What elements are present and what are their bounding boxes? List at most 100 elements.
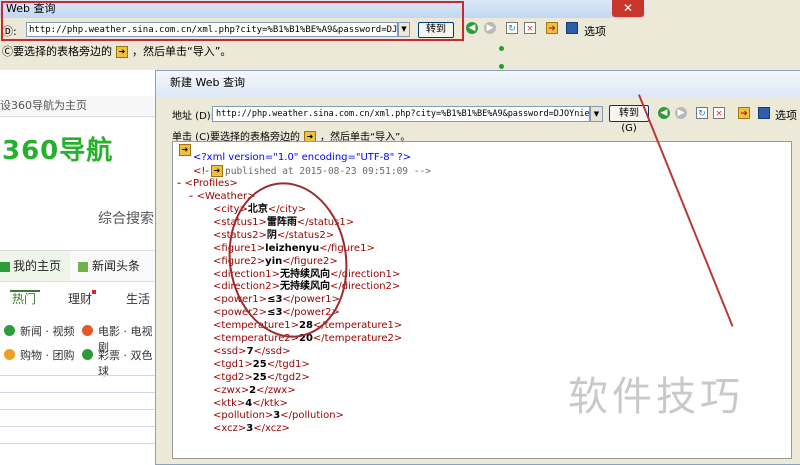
collapse-toggle[interactable]: - (189, 191, 197, 202)
xml-field-row: <tgd1>25</tgd1> (213, 359, 310, 372)
collapse-toggle[interactable]: - (177, 178, 185, 189)
xml-weather-tag: Weather (205, 191, 248, 202)
back-instruction-suffix: ，然后单击“导入”。 (132, 45, 232, 58)
xml-gt: > (279, 397, 288, 409)
xml-close-tag: direction1 (341, 268, 392, 280)
combo-search-label[interactable]: 综合搜索 (98, 208, 154, 228)
xml-gt: > (244, 371, 253, 383)
save-query-icon[interactable] (758, 107, 770, 119)
xml-close-tag: ktk (264, 397, 280, 409)
back-arrow-icon[interactable]: ◀ (658, 107, 670, 119)
select-table-icon[interactable]: ➜ (179, 144, 191, 156)
lottery-icon (82, 349, 93, 360)
xml-lt: < (184, 178, 194, 189)
xml-lt-slash: </ (280, 410, 293, 422)
xml-comment: published at 2015-08-23 09:51:09 (225, 166, 409, 177)
save-query-icon[interactable] (566, 22, 578, 34)
spreadsheet-grid (0, 375, 160, 458)
xml-open-tag: zwx (221, 384, 241, 396)
xml-comment-line: <!- ➜ published at 2015-08-23 09:51:09 --> (193, 165, 431, 179)
xml-field-row: <ssd>7</ssd> (213, 346, 290, 359)
xml-close-tag: tgd2 (278, 371, 302, 383)
xml-close-tag: zwx (267, 384, 288, 396)
nav-my-home[interactable]: 我的主页 (0, 251, 70, 281)
back-options-button[interactable]: 选项 (584, 23, 606, 39)
xml-close-tag: temperature2 (324, 333, 394, 344)
comment-close: --> (408, 166, 431, 177)
xml-close-tag: pollution (292, 410, 336, 422)
xml-gt: > (301, 358, 310, 370)
chevron-down-icon[interactable]: ▼ (590, 106, 603, 122)
back-instruction: Ⓒ要选择的表格旁边的 ➜ ，然后单击“导入”。 (2, 43, 231, 59)
xml-root-tag: Profiles (193, 178, 230, 189)
arrow-marker-icon: ➜ (116, 46, 128, 58)
xml-gt: > (301, 371, 310, 383)
xml-lt: < (196, 191, 206, 202)
xml-field-row: <tgd2>25</tgd2> (213, 372, 310, 385)
xml-gt: > (393, 333, 403, 344)
address-row: 地址 (D): http://php.weather.sina.com.cn/x… (156, 101, 800, 134)
news-video-icon (4, 325, 15, 336)
back-arrow-icon[interactable]: ◀ (466, 22, 478, 34)
xml-lt-slash: </ (256, 384, 268, 396)
xml-value: 7 (246, 345, 254, 357)
grid-line (0, 443, 160, 444)
xml-gt: > (335, 410, 344, 422)
xml-lt-slash: </ (266, 371, 279, 383)
select-table-icon[interactable]: ➜ (738, 107, 750, 119)
xml-close-tag: ssd (265, 345, 283, 357)
grid-line (0, 375, 160, 376)
tab-hot[interactable]: 热门 (12, 290, 36, 307)
xml-field-row: <xcz>3</xcz> (213, 423, 290, 436)
xml-gt: > (240, 384, 250, 396)
tab-finance[interactable]: 理财 (68, 290, 92, 307)
xml-gt: > (345, 216, 355, 228)
nav-headline-label: 新闻头条 (92, 259, 141, 273)
stop-icon[interactable]: × (713, 107, 725, 119)
xml-close-tag: xcz (265, 423, 282, 435)
dialog-title: 新建 Web 查询 (156, 71, 800, 97)
xml-lt-slash: </ (312, 333, 325, 344)
news-icon (78, 261, 88, 272)
xml-gt: > (391, 281, 401, 293)
xml-gt: > (244, 358, 253, 370)
xml-field-row: <ktk>4</ktk> (213, 398, 288, 411)
xml-open-tag: ssd (221, 345, 239, 357)
xml-lt-slash: </ (266, 358, 279, 370)
xml-open-tag: tgd1 (221, 358, 245, 370)
browser-nav: 我的主页 新闻头条 (0, 250, 160, 282)
xml-gt: > (282, 345, 291, 357)
stop-icon[interactable]: × (524, 22, 536, 34)
shopping-icon (4, 349, 15, 360)
category-tabs: 热门 理财 生活 (0, 290, 160, 310)
refresh-icon[interactable]: ↻ (506, 22, 518, 34)
grid-line (0, 426, 160, 427)
refresh-icon[interactable]: ↻ (696, 107, 708, 119)
select-table-icon[interactable]: ➜ (546, 22, 558, 34)
xml-gt: > (391, 268, 401, 280)
xml-gt: > (281, 423, 290, 435)
forward-arrow-icon[interactable]: ▶ (484, 22, 496, 34)
xml-gt: > (229, 178, 238, 189)
link-row-1: 新闻 · 视频 电影 · 电视剧 (0, 322, 160, 354)
xml-gt: > (366, 242, 375, 254)
close-icon[interactable]: ✕ (612, 0, 644, 17)
xml-lt-slash: </ (252, 397, 265, 409)
nav-headline[interactable]: 新闻头条 (78, 251, 140, 281)
set-homepage-link[interactable]: 设360导航为主页 (0, 96, 160, 117)
xml-open-tag: pollution (221, 410, 265, 422)
address-input[interactable]: http://php.weather.sina.com.cn/xml.php?c… (212, 106, 590, 122)
xml-gt: > (238, 345, 247, 357)
tab-life[interactable]: 生活 (126, 290, 150, 307)
comment-open: <!- (193, 166, 209, 177)
forward-arrow-icon[interactable]: ▶ (675, 107, 687, 119)
options-button[interactable]: 选项 (O)... (775, 107, 800, 123)
resize-handle[interactable] (499, 46, 504, 51)
logo-360: 360导航 (2, 136, 114, 166)
highlight-box (1, 1, 464, 41)
link-shopping[interactable]: 购物 · 团购 (20, 347, 75, 363)
watermark: 软件技巧 (568, 374, 744, 420)
xml-gt: > (393, 320, 403, 332)
resize-handle[interactable] (499, 64, 504, 69)
link-news-video[interactable]: 新闻 · 视频 (20, 323, 75, 339)
